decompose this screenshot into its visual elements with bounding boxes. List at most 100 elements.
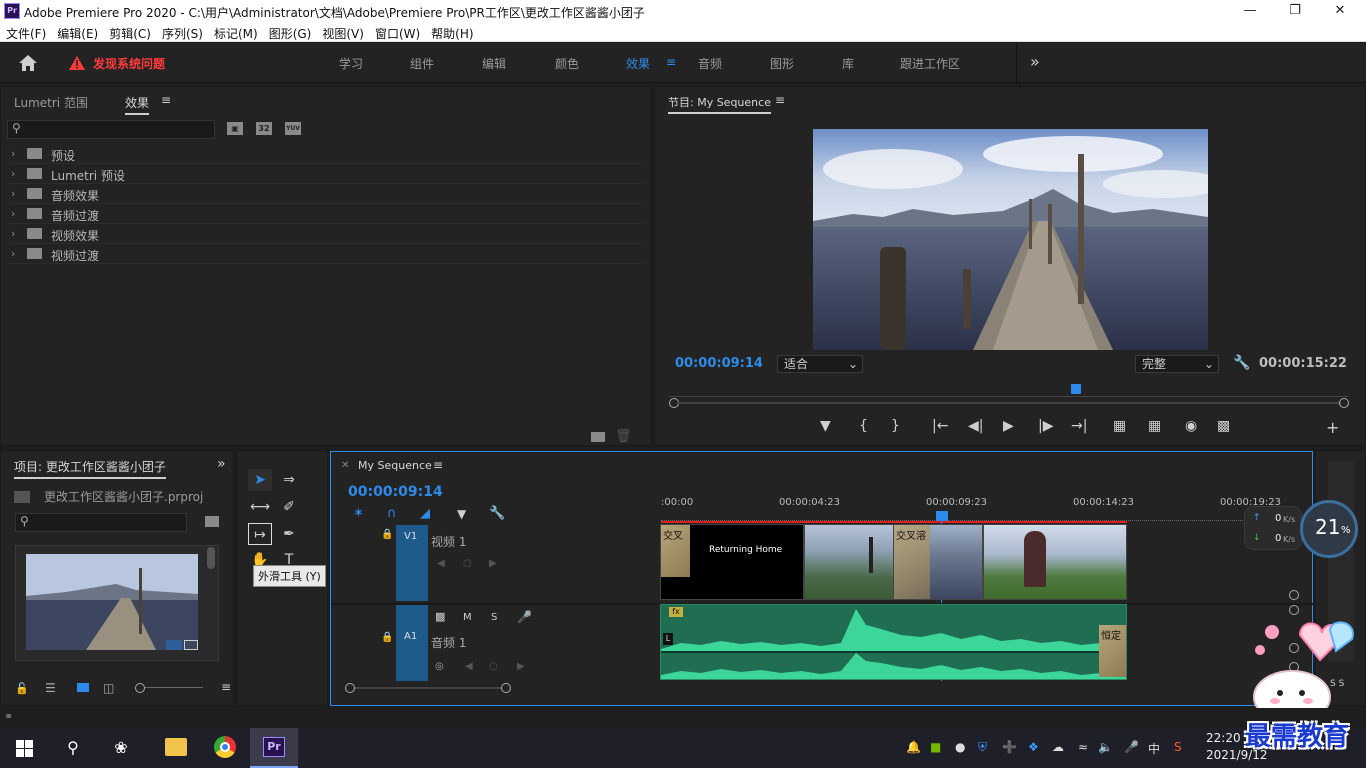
microphone-icon[interactable]: 🎤 bbox=[517, 610, 532, 624]
track-select-tool-icon[interactable]: ⇒ bbox=[277, 469, 301, 491]
scrollbar-thumb[interactable] bbox=[207, 547, 215, 569]
list-item[interactable]: › Lumetri 预设 bbox=[9, 164, 645, 184]
audio-clip[interactable]: fx L 恒定 bbox=[660, 604, 1127, 680]
cloud-icon[interactable]: ☁ bbox=[1052, 740, 1064, 754]
more-workspaces-button[interactable]: » bbox=[1030, 52, 1040, 71]
add-marker-icon[interactable]: ▼ bbox=[457, 507, 466, 521]
ripple-edit-tool-icon[interactable]: ⟷ bbox=[248, 496, 272, 518]
project-panel-title[interactable]: 项目: 更改工作区酱酱小团子 bbox=[14, 458, 166, 479]
panel-menu-icon[interactable]: ≡ bbox=[433, 458, 443, 472]
sogou-icon[interactable]: S bbox=[1174, 740, 1182, 754]
v-scroll-handle[interactable] bbox=[1289, 590, 1299, 600]
v1-target[interactable]: V1 bbox=[396, 525, 428, 601]
list-item[interactable]: › 音频效果 bbox=[9, 184, 645, 204]
premiere-taskbar-button[interactable]: Pr bbox=[250, 728, 298, 768]
effects-search-input[interactable]: ⚲ bbox=[7, 120, 215, 139]
32bit-effects-icon[interactable]: 32 bbox=[256, 122, 272, 135]
track-output-icon[interactable]: ▩ bbox=[435, 610, 445, 623]
menu-view[interactable]: 视图(V) bbox=[316, 22, 369, 42]
playback-resolution-dropdown[interactable]: 完整 ⌄ bbox=[1135, 355, 1219, 373]
wrench-icon[interactable]: 🔧 bbox=[489, 506, 505, 521]
list-item[interactable]: › 视频过渡 bbox=[9, 244, 645, 264]
zoom-slider-track[interactable] bbox=[145, 687, 203, 688]
zoom-scrollbar[interactable] bbox=[669, 398, 1349, 408]
time-ruler[interactable] bbox=[669, 387, 1349, 397]
effects-menu-icon[interactable]: ≡ bbox=[666, 55, 676, 69]
chrome-icon[interactable] bbox=[214, 736, 236, 758]
list-view-icon[interactable]: ☰ bbox=[45, 681, 56, 695]
video-clip[interactable] bbox=[983, 524, 1127, 600]
panel-menu-icon[interactable]: ≡ bbox=[161, 93, 171, 107]
menu-file[interactable]: 文件(F) bbox=[0, 22, 51, 42]
panel-overflow-icon[interactable]: » bbox=[217, 456, 226, 472]
bluetooth-icon[interactable]: ❖ bbox=[1028, 740, 1039, 754]
extract-icon[interactable]: ▦ bbox=[1148, 418, 1161, 434]
razor-tool-icon[interactable]: ✐ bbox=[277, 496, 301, 518]
constant-power-transition[interactable]: 恒定 bbox=[1099, 625, 1126, 677]
next-keyframe-icon[interactable]: ▶ bbox=[489, 558, 497, 569]
menu-window[interactable]: 窗口(W) bbox=[369, 22, 425, 42]
tab-lumetri-scopes[interactable]: Lumetri 范围 bbox=[14, 94, 88, 111]
tab-effects-panel[interactable]: 效果 bbox=[125, 94, 150, 115]
tab-color[interactable]: 颜色 bbox=[555, 55, 579, 72]
solo-button[interactable]: S bbox=[491, 612, 497, 623]
list-item[interactable]: › 预设 bbox=[9, 144, 645, 164]
tab-learn[interactable]: 学习 bbox=[339, 55, 363, 72]
list-item[interactable]: › 音频过渡 bbox=[9, 204, 645, 224]
play-icon[interactable]: ▶ bbox=[1003, 418, 1014, 434]
scroll-handle-right[interactable] bbox=[1339, 398, 1349, 408]
project-search-input[interactable]: ⚲ bbox=[15, 513, 187, 532]
selection-tool-icon[interactable]: ➤ bbox=[248, 469, 272, 491]
tab-graphics[interactable]: 图形 bbox=[770, 55, 794, 72]
pen-tool-icon[interactable]: ✒ bbox=[277, 523, 301, 545]
linked-selection-icon[interactable]: ◢ bbox=[420, 506, 430, 521]
timeline-scroll-left[interactable] bbox=[345, 683, 355, 693]
add-keyframe-icon[interactable]: ○ bbox=[489, 661, 498, 672]
freeform-view-icon[interactable]: ◫ bbox=[103, 681, 114, 695]
file-explorer-icon[interactable] bbox=[165, 738, 187, 756]
work-area-bar[interactable] bbox=[661, 521, 1127, 523]
icon-view-icon[interactable] bbox=[77, 683, 89, 692]
zoom-slider-handle[interactable] bbox=[135, 683, 145, 693]
qq-icon[interactable]: ● bbox=[955, 740, 965, 754]
warning-icon[interactable] bbox=[68, 55, 86, 71]
accelerated-effects-icon[interactable]: ▣ bbox=[227, 122, 243, 135]
microphone-tray-icon[interactable]: 🎤 bbox=[1124, 740, 1139, 754]
plus-app-icon[interactable]: ➕ bbox=[1002, 740, 1017, 754]
snap-magnet-icon[interactable]: ∩ bbox=[387, 506, 397, 521]
menu-clip[interactable]: 剪辑(C) bbox=[103, 22, 156, 42]
timeline-ruler[interactable]: :00:00 00:00:04:23 00:00:09:23 00:00:14:… bbox=[661, 497, 1311, 523]
yuv-effects-icon[interactable]: YUV bbox=[285, 122, 301, 135]
a1-target[interactable]: A1 bbox=[396, 605, 428, 681]
wifi-icon[interactable]: ≈ bbox=[1078, 740, 1088, 754]
minimize-button[interactable]: — bbox=[1236, 2, 1264, 20]
step-back-icon[interactable]: ◀| bbox=[968, 418, 983, 434]
add-button-icon[interactable]: + bbox=[1326, 418, 1339, 437]
playhead-timecode[interactable]: 00:00:09:14 bbox=[675, 356, 763, 371]
new-bin-icon[interactable] bbox=[591, 432, 605, 442]
menu-help[interactable]: 帮助(H) bbox=[425, 22, 478, 42]
go-to-out-icon[interactable]: →| bbox=[1071, 418, 1087, 434]
sequence-tab[interactable]: My Sequence bbox=[358, 459, 432, 474]
export-frame-icon[interactable]: ◉ bbox=[1185, 418, 1197, 434]
wrench-icon[interactable]: 🔧 bbox=[1233, 355, 1250, 371]
search-icon[interactable]: ⚲ bbox=[60, 736, 86, 760]
windows-start-icon[interactable] bbox=[16, 740, 33, 757]
add-keyframe-icon[interactable]: ○ bbox=[463, 558, 472, 569]
render-status-icon[interactable]: ⚭ bbox=[4, 710, 13, 723]
program-monitor-title[interactable]: 节目: My Sequence bbox=[668, 94, 771, 114]
mark-out-icon[interactable]: } bbox=[891, 418, 900, 434]
slip-tool-icon[interactable]: ↦ bbox=[248, 523, 272, 545]
mark-in-icon[interactable]: { bbox=[859, 418, 868, 434]
video-clip[interactable]: 交叉溶 bbox=[893, 524, 983, 600]
menu-markers[interactable]: 标记(M) bbox=[208, 22, 263, 42]
system-warning-link[interactable]: 发现系统问题 bbox=[93, 55, 165, 72]
tab-assembly[interactable]: 组件 bbox=[410, 55, 434, 72]
volume-keyframe-icon[interactable]: ◎ bbox=[435, 661, 444, 672]
zoom-level-dropdown[interactable]: 适合 ⌄ bbox=[777, 355, 863, 373]
menu-sequence[interactable]: 序列(S) bbox=[156, 22, 208, 42]
menu-graphics[interactable]: 图形(G) bbox=[263, 22, 317, 42]
home-icon[interactable] bbox=[18, 54, 38, 72]
lock-icon[interactable]: 🔓 bbox=[15, 682, 29, 695]
title-clip[interactable]: 交叉 Returning Home bbox=[660, 524, 804, 600]
